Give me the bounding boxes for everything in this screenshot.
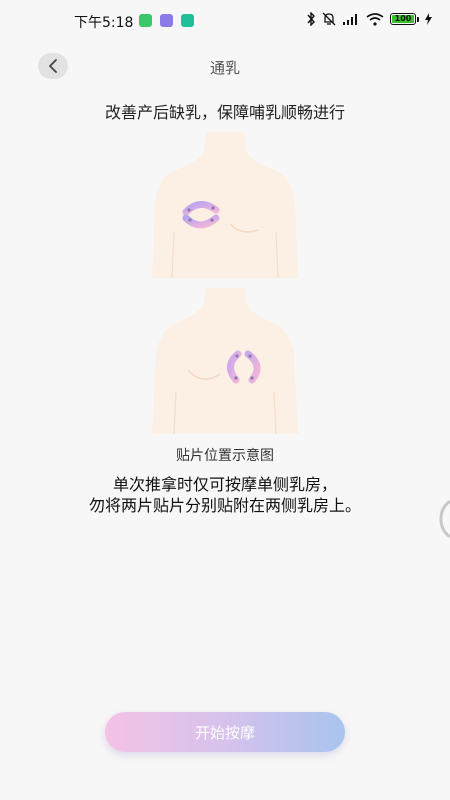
charging-icon bbox=[425, 13, 432, 25]
app-notification-icon bbox=[181, 14, 194, 27]
pad-placement-illustration-front bbox=[140, 132, 310, 280]
status-icons: 100 bbox=[306, 12, 432, 26]
signal-icon bbox=[343, 14, 357, 25]
start-massage-button[interactable]: 开始按摩 bbox=[105, 712, 345, 752]
battery-level: 100 bbox=[392, 15, 414, 23]
status-time: 下午5:18 bbox=[74, 15, 134, 31]
instruction-line-1: 单次推拿时仅可按摩单侧乳房， bbox=[112, 475, 337, 494]
bluetooth-icon bbox=[307, 12, 315, 26]
mute-icon bbox=[322, 12, 336, 26]
illustration-caption: 贴片位置示意图 bbox=[176, 448, 274, 464]
instruction-line-2: 勿将两片贴片分别贴附在两侧乳房上。 bbox=[88, 496, 361, 515]
status-bar: 下午5:18 100 bbox=[0, 0, 450, 40]
page-title: 通乳 bbox=[209, 59, 240, 77]
wifi-icon bbox=[366, 12, 384, 26]
usage-instructions: 单次推拿时仅可按摩单侧乳房， 勿将两片贴片分别贴附在两侧乳房上。 bbox=[0, 474, 450, 516]
side-gesture-handle[interactable] bbox=[438, 500, 450, 538]
battery-icon: 100 bbox=[390, 13, 419, 25]
app-notification-icon bbox=[160, 14, 173, 27]
app-notification-icon bbox=[139, 14, 152, 27]
pad-placement-illustration-side bbox=[140, 288, 310, 436]
subtitle: 改善产后缺乳，保障哺乳顺畅进行 bbox=[104, 103, 345, 122]
